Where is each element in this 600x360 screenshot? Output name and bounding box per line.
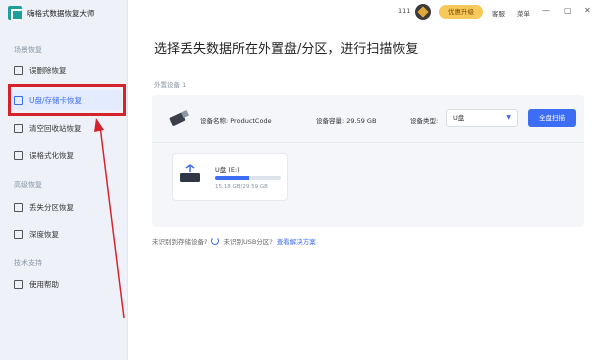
annotation-arrow-icon: [94, 118, 125, 319]
